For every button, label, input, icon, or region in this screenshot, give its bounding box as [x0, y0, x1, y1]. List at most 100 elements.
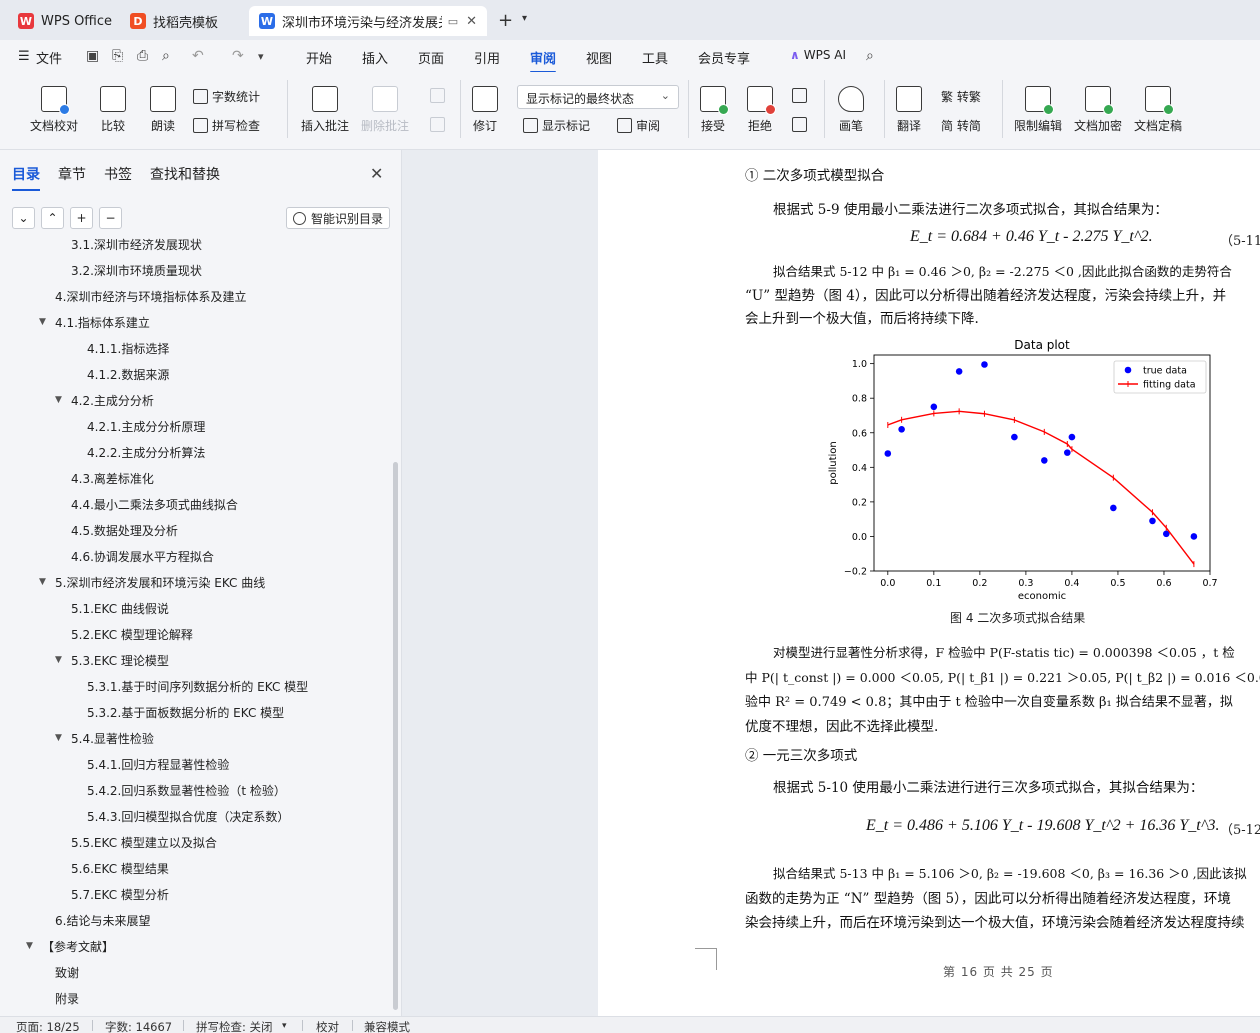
- reject-button[interactable]: 拒绝: [747, 86, 776, 134]
- save-icon[interactable]: ▣: [86, 48, 99, 64]
- print-icon[interactable]: ⎙: [137, 48, 148, 64]
- add-heading-plus-icon[interactable]: +: [70, 207, 93, 229]
- insert-comment-button[interactable]: 插入批注: [301, 86, 349, 134]
- remove-heading-minus-icon[interactable]: −: [99, 207, 122, 229]
- next-comment-button[interactable]: [430, 117, 449, 132]
- tab-list-chevron-icon[interactable]: ▾: [522, 13, 527, 24]
- file-menu[interactable]: 文件: [36, 48, 62, 67]
- encrypt-document-button[interactable]: 文档加密: [1074, 86, 1122, 134]
- tab-find-replace[interactable]: 查找和替换: [150, 164, 220, 184]
- accept-button[interactable]: 接受: [700, 86, 729, 134]
- expand-triangle-icon[interactable]: ▼: [39, 317, 46, 327]
- chevron-down-icon[interactable]: ▾: [282, 1021, 287, 1031]
- doc-proofread-button[interactable]: 文档校对: [30, 86, 78, 134]
- tab-tools[interactable]: 工具: [642, 48, 668, 67]
- tab-references[interactable]: 引用: [474, 48, 500, 67]
- spell-check-button[interactable]: 拼写检查: [193, 117, 260, 134]
- previous-change-button[interactable]: [792, 88, 811, 103]
- toc-item[interactable]: 4.3.离差标准化: [71, 466, 154, 490]
- collapse-chevron-up-icon[interactable]: ⌃: [41, 207, 64, 229]
- toc-item[interactable]: 5.5.EKC 模型建立以及拟合: [71, 830, 217, 854]
- delete-comment-button[interactable]: 删除批注: [361, 86, 409, 134]
- tab-page[interactable]: 页面: [418, 48, 444, 67]
- tab-insert[interactable]: 插入: [362, 48, 388, 67]
- tab-view[interactable]: 视图: [586, 48, 612, 67]
- track-changes-button[interactable]: 修订: [472, 86, 498, 134]
- toc-item[interactable]: 4.深圳市经济与环境指标体系及建立: [55, 284, 246, 308]
- redo-icon[interactable]: ↷: [232, 48, 244, 64]
- tab-wps-office[interactable]: W WPS Office: [8, 6, 116, 36]
- toc-item[interactable]: 4.5.数据处理及分析: [71, 518, 178, 542]
- toc-item[interactable]: ▼ 5.3.EKC 理论模型: [55, 648, 169, 672]
- toc-item[interactable]: 6.结论与未来展望: [55, 908, 150, 932]
- toc-item[interactable]: 5.6.EKC 模型结果: [71, 856, 169, 880]
- expand-triangle-icon[interactable]: ▼: [39, 577, 46, 587]
- tab-review[interactable]: 审阅: [530, 48, 557, 73]
- toc-item[interactable]: 5.3.2.基于面板数据分析的 EKC 模型: [87, 700, 284, 724]
- toc-item[interactable]: ▼ 5.深圳市经济发展和环境污染 EKC 曲线: [39, 570, 265, 594]
- toc-item[interactable]: 5.1.EKC 曲线假说: [71, 596, 169, 620]
- show-markup-button[interactable]: 显示标记: [523, 117, 590, 134]
- markup-state-dropdown[interactable]: 显示标记的最终状态 ⌄: [517, 85, 679, 109]
- toc-item[interactable]: 5.2.EKC 模型理论解释: [71, 622, 193, 646]
- toc-item[interactable]: 5.4.1.回归方程显著性检验: [87, 752, 229, 776]
- toc-item[interactable]: 4.2.2.主成分分析算法: [87, 440, 205, 464]
- quick-access-chevron-icon[interactable]: ▾: [258, 50, 264, 63]
- toc-item[interactable]: ▼ 4.1.指标体系建立: [39, 310, 150, 334]
- toc-item[interactable]: 3.1.深圳市经济发展现状: [71, 235, 202, 256]
- expand-triangle-icon[interactable]: ▼: [55, 733, 62, 743]
- read-aloud-button[interactable]: 朗读: [150, 86, 176, 134]
- tab-bookmarks[interactable]: 书签: [104, 164, 132, 184]
- close-tab-icon[interactable]: ✕: [466, 14, 477, 29]
- close-pane-icon[interactable]: ✕: [370, 164, 383, 183]
- spell-check-status[interactable]: 拼写检查: 关闭: [196, 1019, 273, 1033]
- toc-item[interactable]: 4.1.1.指标选择: [87, 336, 169, 360]
- tab-home[interactable]: 开始: [306, 48, 332, 67]
- new-tab-plus-icon[interactable]: +: [498, 10, 513, 31]
- toc-item[interactable]: 附录: [55, 986, 79, 1010]
- toc-item[interactable]: 5.4.3.回归模型拟合优度（决定系数）: [87, 804, 289, 828]
- word-count-button[interactable]: 字数统计: [193, 88, 260, 105]
- smart-toc-button[interactable]: 智能识别目录: [286, 207, 391, 229]
- to-simplified-button[interactable]: 简 转简: [941, 117, 981, 134]
- toc-item[interactable]: 4.2.1.主成分分析原理: [87, 414, 205, 438]
- previous-comment-button[interactable]: [430, 88, 449, 103]
- toc-item[interactable]: ▼ 5.4.显著性检验: [55, 726, 154, 750]
- tab-docer-templates[interactable]: D 找稻壳模板: [120, 6, 244, 36]
- toc-item[interactable]: 3.2.深圳市环境质量现状: [71, 258, 202, 282]
- proofread-status[interactable]: 校对: [316, 1019, 339, 1033]
- review-pane-button[interactable]: 审阅: [617, 117, 660, 134]
- tab-chapters[interactable]: 章节: [58, 164, 86, 184]
- tab-toc[interactable]: 目录: [12, 164, 40, 191]
- pen-button[interactable]: 画笔: [838, 86, 864, 134]
- wps-ai-button[interactable]: ∧ WPS AI: [790, 48, 846, 62]
- toc-item[interactable]: 5.4.2.回归系数显著性检验（t 检验）: [87, 778, 286, 802]
- toc-scrollbar[interactable]: [393, 462, 398, 1010]
- restrict-editing-button[interactable]: 限制编辑: [1014, 86, 1062, 134]
- hamburger-menu-icon[interactable]: ☰: [18, 49, 30, 64]
- search-icon[interactable]: ⌕: [866, 48, 874, 64]
- toc-item[interactable]: ▼ 【参考文献】: [26, 934, 114, 958]
- toc-item[interactable]: 4.1.2.数据来源: [87, 362, 169, 386]
- undo-icon[interactable]: ↶: [192, 48, 204, 64]
- toc-item[interactable]: 致谢: [55, 960, 79, 984]
- next-change-button[interactable]: [792, 117, 811, 132]
- toc-item[interactable]: 5.7.EKC 模型分析: [71, 882, 169, 906]
- compare-button[interactable]: 比较: [100, 86, 126, 134]
- translate-button[interactable]: 翻译: [896, 86, 922, 134]
- toc-item[interactable]: 5.3.1.基于时间序列数据分析的 EKC 模型: [87, 674, 308, 698]
- page-indicator[interactable]: 页面: 18/25: [16, 1019, 80, 1033]
- expand-chevron-down-icon[interactable]: ⌄: [12, 207, 35, 229]
- to-traditional-button[interactable]: 繁 转繁: [941, 88, 981, 105]
- word-count-indicator[interactable]: 字数: 14667: [105, 1019, 172, 1033]
- expand-triangle-icon[interactable]: ▼: [55, 395, 62, 405]
- expand-triangle-icon[interactable]: ▼: [26, 941, 33, 951]
- toc-item[interactable]: ▼ 4.2.主成分分析: [55, 388, 154, 412]
- tab-member[interactable]: 会员专享: [698, 48, 750, 67]
- tab-current-document[interactable]: W 深圳市环境污染与经济发展关系 ▭ ✕: [249, 6, 487, 36]
- print-preview-icon[interactable]: ⌕: [162, 48, 170, 64]
- toc-item[interactable]: 4.4.最小二乘法多项式曲线拟合: [71, 492, 238, 516]
- share-icon[interactable]: ⎘: [112, 48, 123, 64]
- toc-item[interactable]: 4.6.协调发展水平方程拟合: [71, 544, 214, 568]
- expand-triangle-icon[interactable]: ▼: [55, 655, 62, 665]
